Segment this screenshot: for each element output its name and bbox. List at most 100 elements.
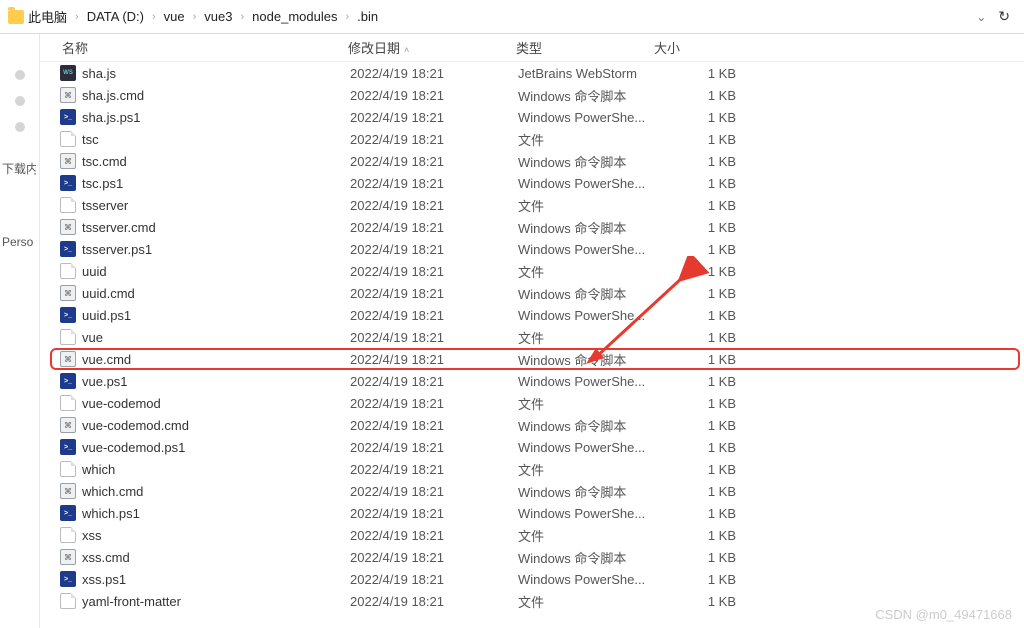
file-name: sha.js.ps1 bbox=[82, 110, 141, 125]
file-size: 1 KB bbox=[656, 176, 756, 191]
file-file-icon bbox=[60, 461, 76, 477]
cmd-file-icon bbox=[60, 153, 76, 169]
file-type: 文件 bbox=[518, 592, 656, 611]
breadcrumb-segment[interactable]: vue bbox=[160, 7, 189, 26]
file-size: 1 KB bbox=[656, 330, 756, 345]
file-type: 文件 bbox=[518, 526, 656, 545]
file-name-cell[interactable]: sha.js.ps1 bbox=[52, 109, 350, 125]
file-date: 2022/4/19 18:21 bbox=[350, 418, 518, 433]
file-row[interactable]: uuid.ps12022/4/19 18:21Windows PowerShe.… bbox=[50, 304, 1020, 326]
file-row[interactable]: tsc.ps12022/4/19 18:21Windows PowerShe..… bbox=[50, 172, 1020, 194]
file-name-cell[interactable]: tsserver bbox=[52, 197, 350, 213]
file-row[interactable]: tsc2022/4/19 18:21文件1 KB bbox=[50, 128, 1020, 150]
file-date: 2022/4/19 18:21 bbox=[350, 462, 518, 477]
file-row[interactable]: sha.js.ps12022/4/19 18:21Windows PowerSh… bbox=[50, 106, 1020, 128]
file-name-cell[interactable]: vue-codemod bbox=[52, 395, 350, 411]
ps-file-icon bbox=[60, 109, 76, 125]
file-name-cell[interactable]: tsc.cmd bbox=[52, 153, 350, 169]
file-row[interactable]: tsserver.cmd2022/4/19 18:21Windows 命令脚本1… bbox=[50, 216, 1020, 238]
column-header-date[interactable]: 修改日期˄ bbox=[348, 38, 516, 57]
file-size: 1 KB bbox=[656, 198, 756, 213]
breadcrumb[interactable]: 此电脑›DATA (D:)›vue›vue3›node_modules›.bin bbox=[24, 5, 382, 28]
file-name-cell[interactable]: which.cmd bbox=[52, 483, 350, 499]
sidebar-item-personal[interactable]: Perso bbox=[0, 231, 36, 253]
column-header-name[interactable]: 名称 bbox=[40, 38, 348, 57]
file-row[interactable]: vue-codemod.ps12022/4/19 18:21Windows Po… bbox=[50, 436, 1020, 458]
file-name-cell[interactable]: sha.js bbox=[52, 65, 350, 81]
file-name-cell[interactable]: vue-codemod.cmd bbox=[52, 417, 350, 433]
file-row[interactable]: tsserver.ps12022/4/19 18:21Windows Power… bbox=[50, 238, 1020, 260]
file-name-cell[interactable]: vue.ps1 bbox=[52, 373, 350, 389]
file-date: 2022/4/19 18:21 bbox=[350, 440, 518, 455]
file-row[interactable]: which2022/4/19 18:21文件1 KB bbox=[50, 458, 1020, 480]
file-row[interactable]: which.cmd2022/4/19 18:21Windows 命令脚本1 KB bbox=[50, 480, 1020, 502]
file-name-cell[interactable]: uuid.cmd bbox=[52, 285, 350, 301]
refresh-icon[interactable]: ↻ bbox=[992, 8, 1016, 25]
file-name-cell[interactable]: which.ps1 bbox=[52, 505, 350, 521]
file-name: tsserver.ps1 bbox=[82, 242, 152, 257]
file-date: 2022/4/19 18:21 bbox=[350, 528, 518, 543]
file-row[interactable]: uuid.cmd2022/4/19 18:21Windows 命令脚本1 KB bbox=[50, 282, 1020, 304]
file-name-cell[interactable]: xss bbox=[52, 527, 350, 543]
file-type: Windows PowerShe... bbox=[518, 176, 656, 191]
file-name-cell[interactable]: uuid.ps1 bbox=[52, 307, 350, 323]
file-name-cell[interactable]: tsserver.ps1 bbox=[52, 241, 350, 257]
column-header-type[interactable]: 类型 bbox=[516, 38, 654, 57]
file-file-icon bbox=[60, 131, 76, 147]
file-row[interactable]: vue-codemod2022/4/19 18:21文件1 KB bbox=[50, 392, 1020, 414]
file-name-cell[interactable]: sha.js.cmd bbox=[52, 87, 350, 103]
file-row[interactable]: tsserver2022/4/19 18:21文件1 KB bbox=[50, 194, 1020, 216]
file-type: Windows 命令脚本 bbox=[518, 482, 656, 501]
file-row[interactable]: vue.ps12022/4/19 18:21Windows PowerShe..… bbox=[50, 370, 1020, 392]
file-file-icon bbox=[60, 395, 76, 411]
file-size: 1 KB bbox=[656, 154, 756, 169]
file-name-cell[interactable]: vue.cmd bbox=[52, 351, 350, 367]
file-name-cell[interactable]: tsc bbox=[52, 131, 350, 147]
file-row[interactable]: vue.cmd2022/4/19 18:21Windows 命令脚本1 KB bbox=[50, 348, 1020, 370]
column-header-row: 名称 修改日期˄ 类型 大小 bbox=[40, 34, 1024, 62]
pin-icon bbox=[15, 96, 25, 106]
file-row[interactable]: vue2022/4/19 18:21文件1 KB bbox=[50, 326, 1020, 348]
file-row[interactable]: which.ps12022/4/19 18:21Windows PowerShe… bbox=[50, 502, 1020, 524]
file-name-cell[interactable]: xss.cmd bbox=[52, 549, 350, 565]
chevron-right-icon: › bbox=[189, 11, 201, 23]
breadcrumb-segment[interactable]: node_modules bbox=[248, 7, 341, 26]
file-row[interactable]: xss2022/4/19 18:21文件1 KB bbox=[50, 524, 1020, 546]
file-row[interactable]: tsc.cmd2022/4/19 18:21Windows 命令脚本1 KB bbox=[50, 150, 1020, 172]
file-name-cell[interactable]: tsc.ps1 bbox=[52, 175, 350, 191]
ps-file-icon bbox=[60, 241, 76, 257]
file-row[interactable]: sha.js.cmd2022/4/19 18:21Windows 命令脚本1 K… bbox=[50, 84, 1020, 106]
history-dropdown-icon[interactable]: ⌄ bbox=[970, 10, 992, 24]
breadcrumb-segment[interactable]: 此电脑 bbox=[24, 5, 71, 28]
file-size: 1 KB bbox=[656, 572, 756, 587]
file-date: 2022/4/19 18:21 bbox=[350, 484, 518, 499]
file-row[interactable]: vue-codemod.cmd2022/4/19 18:21Windows 命令… bbox=[50, 414, 1020, 436]
file-row[interactable]: uuid2022/4/19 18:21文件1 KB bbox=[50, 260, 1020, 282]
file-row[interactable]: xss.ps12022/4/19 18:21Windows PowerShe..… bbox=[50, 568, 1020, 590]
file-name: vue.ps1 bbox=[82, 374, 128, 389]
file-name-cell[interactable]: vue-codemod.ps1 bbox=[52, 439, 350, 455]
breadcrumb-segment[interactable]: vue3 bbox=[200, 7, 236, 26]
breadcrumb-segment[interactable]: .bin bbox=[353, 7, 382, 26]
file-name-cell[interactable]: tsserver.cmd bbox=[52, 219, 350, 235]
column-header-size[interactable]: 大小 bbox=[654, 38, 754, 57]
file-name-cell[interactable]: xss.ps1 bbox=[52, 571, 350, 587]
cmd-file-icon bbox=[60, 417, 76, 433]
file-name-cell[interactable]: vue bbox=[52, 329, 350, 345]
sidebar-item-downloads[interactable]: 下载内容 bbox=[0, 156, 36, 181]
file-name-cell[interactable]: which bbox=[52, 461, 350, 477]
cmd-file-icon bbox=[60, 351, 76, 367]
breadcrumb-segment[interactable]: DATA (D:) bbox=[83, 7, 148, 26]
file-type: 文件 bbox=[518, 394, 656, 413]
file-name: sha.js bbox=[82, 66, 116, 81]
file-row[interactable]: xss.cmd2022/4/19 18:21Windows 命令脚本1 KB bbox=[50, 546, 1020, 568]
file-name-cell[interactable]: yaml-front-matter bbox=[52, 593, 350, 609]
file-name-cell[interactable]: uuid bbox=[52, 263, 350, 279]
file-date: 2022/4/19 18:21 bbox=[350, 550, 518, 565]
file-row[interactable]: sha.js2022/4/19 18:21JetBrains WebStorm1… bbox=[50, 62, 1020, 84]
file-date: 2022/4/19 18:21 bbox=[350, 506, 518, 521]
file-list[interactable]: sha.js2022/4/19 18:21JetBrains WebStorm1… bbox=[40, 62, 1024, 628]
file-name: tsserver bbox=[82, 198, 128, 213]
file-size: 1 KB bbox=[656, 352, 756, 367]
file-size: 1 KB bbox=[656, 66, 756, 81]
